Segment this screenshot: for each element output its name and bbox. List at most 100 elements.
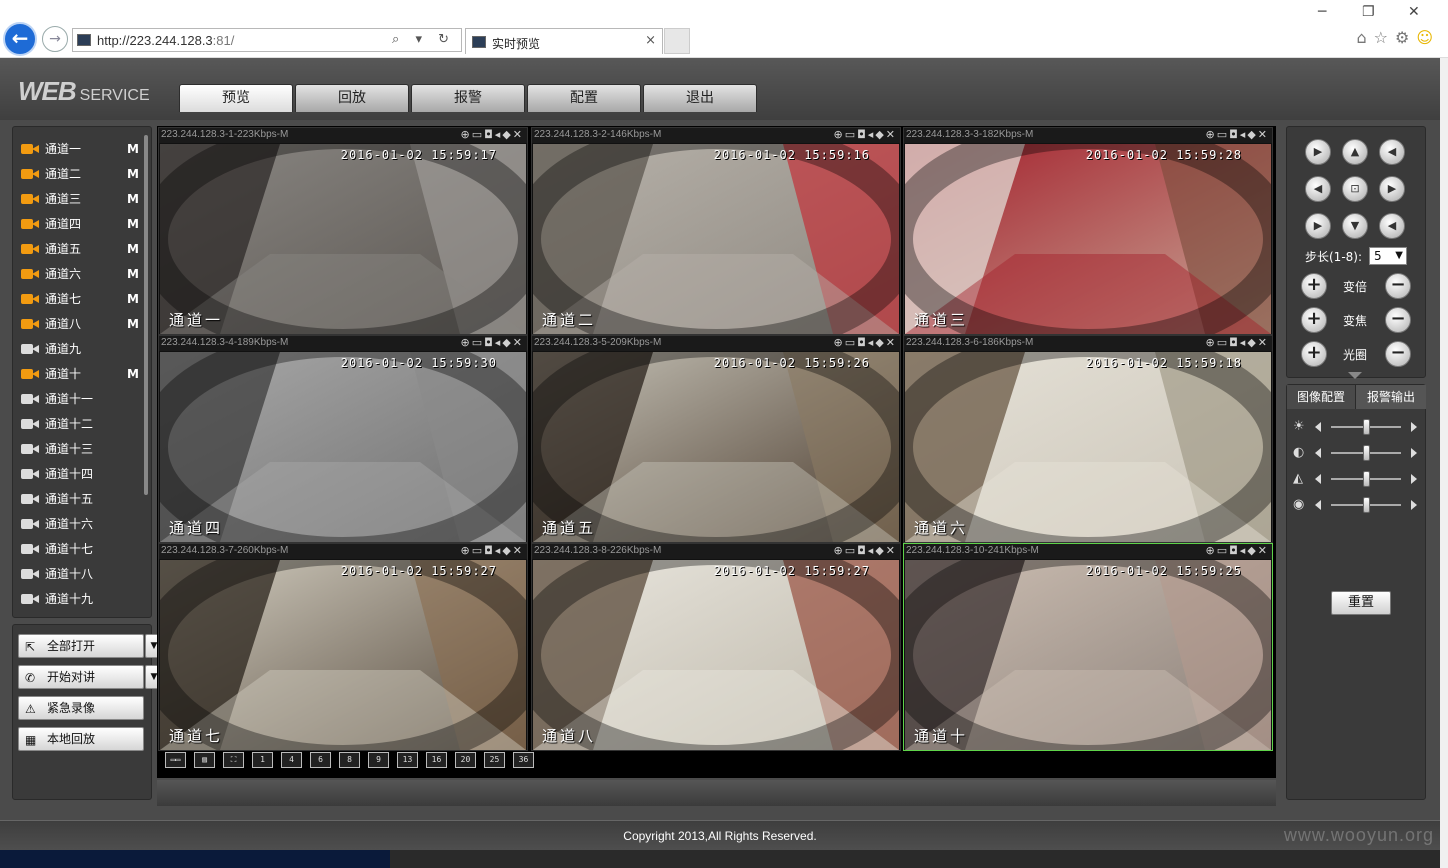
local-playback-button[interactable]: ▦ 本地回放 [18,727,144,751]
channel-item[interactable]: 通道一 M [21,139,145,159]
slider-thumb[interactable] [1363,419,1370,435]
ptz-right-button[interactable]: ▶ [1379,176,1405,202]
video-tile[interactable]: 223.244.128.3-8-226Kbps-M ⊕▭◘◂◆✕ 2016-01-0… [531,543,901,751]
address-url[interactable]: http://223.244.128.3:81/ [97,33,234,48]
slider-decrease-icon[interactable] [1315,422,1321,432]
ptz-down-right-button[interactable]: ◀ [1379,213,1405,239]
emergency-record-button[interactable]: ⚠ 紧急录像 [18,696,144,720]
tab-playback[interactable]: 回放 [295,84,409,112]
channel-item[interactable]: 通道十四 [21,464,145,484]
back-button[interactable]: ← [3,22,37,56]
minimize-icon[interactable]: ─ [1318,4,1326,20]
zoom-in-button[interactable]: + [1301,273,1327,299]
layout-button[interactable]: ▨ [194,752,215,768]
slider-increase-icon[interactable] [1411,500,1417,510]
reset-button[interactable]: 重置 [1331,591,1391,615]
close-window-icon[interactable]: ✕ [1408,4,1420,20]
page-scrollbar[interactable] [1440,58,1448,868]
channel-list-scrollbar[interactable] [144,135,148,495]
restore-icon[interactable]: ❐ [1362,4,1375,20]
home-icon[interactable]: ⌂ [1356,28,1373,47]
video-tile[interactable]: 223.244.128.3-2-146Kbps-M ⊕▭◘◂◆✕ 2016-01-0… [531,127,901,335]
new-tab-button[interactable] [664,28,690,54]
channel-item[interactable]: 通道二 M [21,164,145,184]
channel-item[interactable]: 通道十三 [21,439,145,459]
tile-control-icons[interactable]: ⊕▭◘◂◆✕ [833,128,897,141]
tile-control-icons[interactable]: ⊕▭◘◂◆✕ [460,336,524,349]
tile-control-icons[interactable]: ⊕▭◘◂◆✕ [1205,128,1269,141]
slider-decrease-icon[interactable] [1315,474,1321,484]
video-tile[interactable]: 223.244.128.3-10-241Kbps-M ⊕▭◘◂◆✕ 2016-01-… [903,543,1273,751]
video-tile[interactable]: 223.244.128.3-3-182Kbps-M ⊕▭◘◂◆✕ 2016-01-0… [903,127,1273,335]
forward-button[interactable]: → [42,26,68,52]
iris-open-button[interactable]: + [1301,341,1327,367]
ptz-down-left-button[interactable]: ▶ [1305,213,1331,239]
ptz-up-right-button[interactable]: ◀ [1379,139,1405,165]
video-tile[interactable]: 223.244.128.3-1-223Kbps-M ⊕▭◘◂◆✕ 2016-01-0… [158,127,528,335]
address-tools-icon[interactable]: ⌕ ▾ ↻ [392,32,455,47]
ptz-step-select[interactable]: 5 ▼ [1369,247,1407,265]
settings-gear-icon[interactable]: ⚙ [1395,28,1416,47]
video-tile[interactable]: 223.244.128.3-7-260Kbps-M ⊕▭◘◂◆✕ 2016-01-0… [158,543,528,751]
ptz-center-zoom-icon[interactable]: ⊡ [1342,176,1368,202]
tile-control-icons[interactable]: ⊕▭◘◂◆✕ [460,128,524,141]
video-tile[interactable]: 223.244.128.3-5-209Kbps-M ⊕▭◘◂◆✕ 2016-01-0… [531,335,901,543]
tab-config[interactable]: 配置 [527,84,641,112]
tile-control-icons[interactable]: ⊕▭◘◂◆✕ [1205,336,1269,349]
iris-close-button[interactable]: − [1385,341,1411,367]
ptz-left-button[interactable]: ◀ [1305,176,1331,202]
channel-item[interactable]: 通道九 [21,339,145,359]
channel-item[interactable]: 通道六 M [21,264,145,284]
focus-near-button[interactable]: + [1301,307,1327,333]
channel-item[interactable]: 通道八 M [21,314,145,334]
tab-close-icon[interactable]: × [645,33,656,48]
layout-button[interactable]: 6 [310,752,331,768]
layout-button[interactable]: 25 [484,752,505,768]
channel-item[interactable]: 通道十二 [21,414,145,434]
tile-control-icons[interactable]: ⊕▭◘◂◆✕ [833,544,897,557]
zoom-out-button[interactable]: − [1385,273,1411,299]
tab-logout[interactable]: 退出 [643,84,757,112]
video-tile[interactable]: 223.244.128.3-6-186Kbps-M ⊕▭◘◂◆✕ 2016-01-0… [903,335,1273,543]
address-bar[interactable]: http://223.244.128.3:81/ ⌕ ▾ ↻ [72,28,462,52]
slider-decrease-icon[interactable] [1315,448,1321,458]
channel-item[interactable]: 通道十六 [21,514,145,534]
channel-item[interactable]: 通道十七 [21,539,145,559]
tab-alarm-output[interactable]: 报警输出 [1355,385,1426,409]
favorites-icon[interactable]: ☆ [1374,28,1395,47]
layout-button[interactable]: 8 [339,752,360,768]
browser-tab[interactable]: 实时预览 × [465,28,663,54]
tile-control-icons[interactable]: ⊕▭◘◂◆✕ [1205,544,1269,557]
channel-item[interactable]: 通道三 M [21,189,145,209]
ptz-collapse-icon[interactable] [1348,372,1362,379]
channel-item[interactable]: 通道十五 [21,489,145,509]
ptz-up-left-button[interactable]: ▶ [1305,139,1331,165]
video-tile[interactable]: 223.244.128.3-4-189Kbps-M ⊕▭◘◂◆✕ 2016-01-0… [158,335,528,543]
tab-alarm[interactable]: 报警 [411,84,525,112]
layout-button[interactable]: 13 [397,752,418,768]
focus-far-button[interactable]: − [1385,307,1411,333]
channel-item[interactable]: 通道四 M [21,214,145,234]
tile-control-icons[interactable]: ⊕▭◘◂◆✕ [833,336,897,349]
layout-button[interactable]: 1 [252,752,273,768]
channel-item[interactable]: 通道十一 [21,389,145,409]
slider-thumb[interactable] [1363,445,1370,461]
channel-item[interactable]: 通道七 M [21,289,145,309]
slider-increase-icon[interactable] [1411,448,1417,458]
tab-image-config[interactable]: 图像配置 [1287,385,1355,409]
ptz-down-button[interactable]: ▼ [1342,213,1368,239]
layout-button[interactable]: 20 [455,752,476,768]
slider-thumb[interactable] [1363,497,1370,513]
tab-preview[interactable]: 预览 [179,84,293,112]
tile-control-icons[interactable]: ⊕▭◘◂◆✕ [460,544,524,557]
channel-item[interactable]: 通道五 M [21,239,145,259]
layout-button[interactable]: ▭▭ [165,752,186,768]
channel-item[interactable]: 通道十 M [21,364,145,384]
layout-button[interactable]: ⛶ [223,752,244,768]
slider-thumb[interactable] [1363,471,1370,487]
slider-decrease-icon[interactable] [1315,500,1321,510]
channel-item[interactable]: 通道十八 [21,564,145,584]
slider-increase-icon[interactable] [1411,422,1417,432]
layout-button[interactable]: 9 [368,752,389,768]
ptz-up-button[interactable]: ▲ [1342,139,1368,165]
